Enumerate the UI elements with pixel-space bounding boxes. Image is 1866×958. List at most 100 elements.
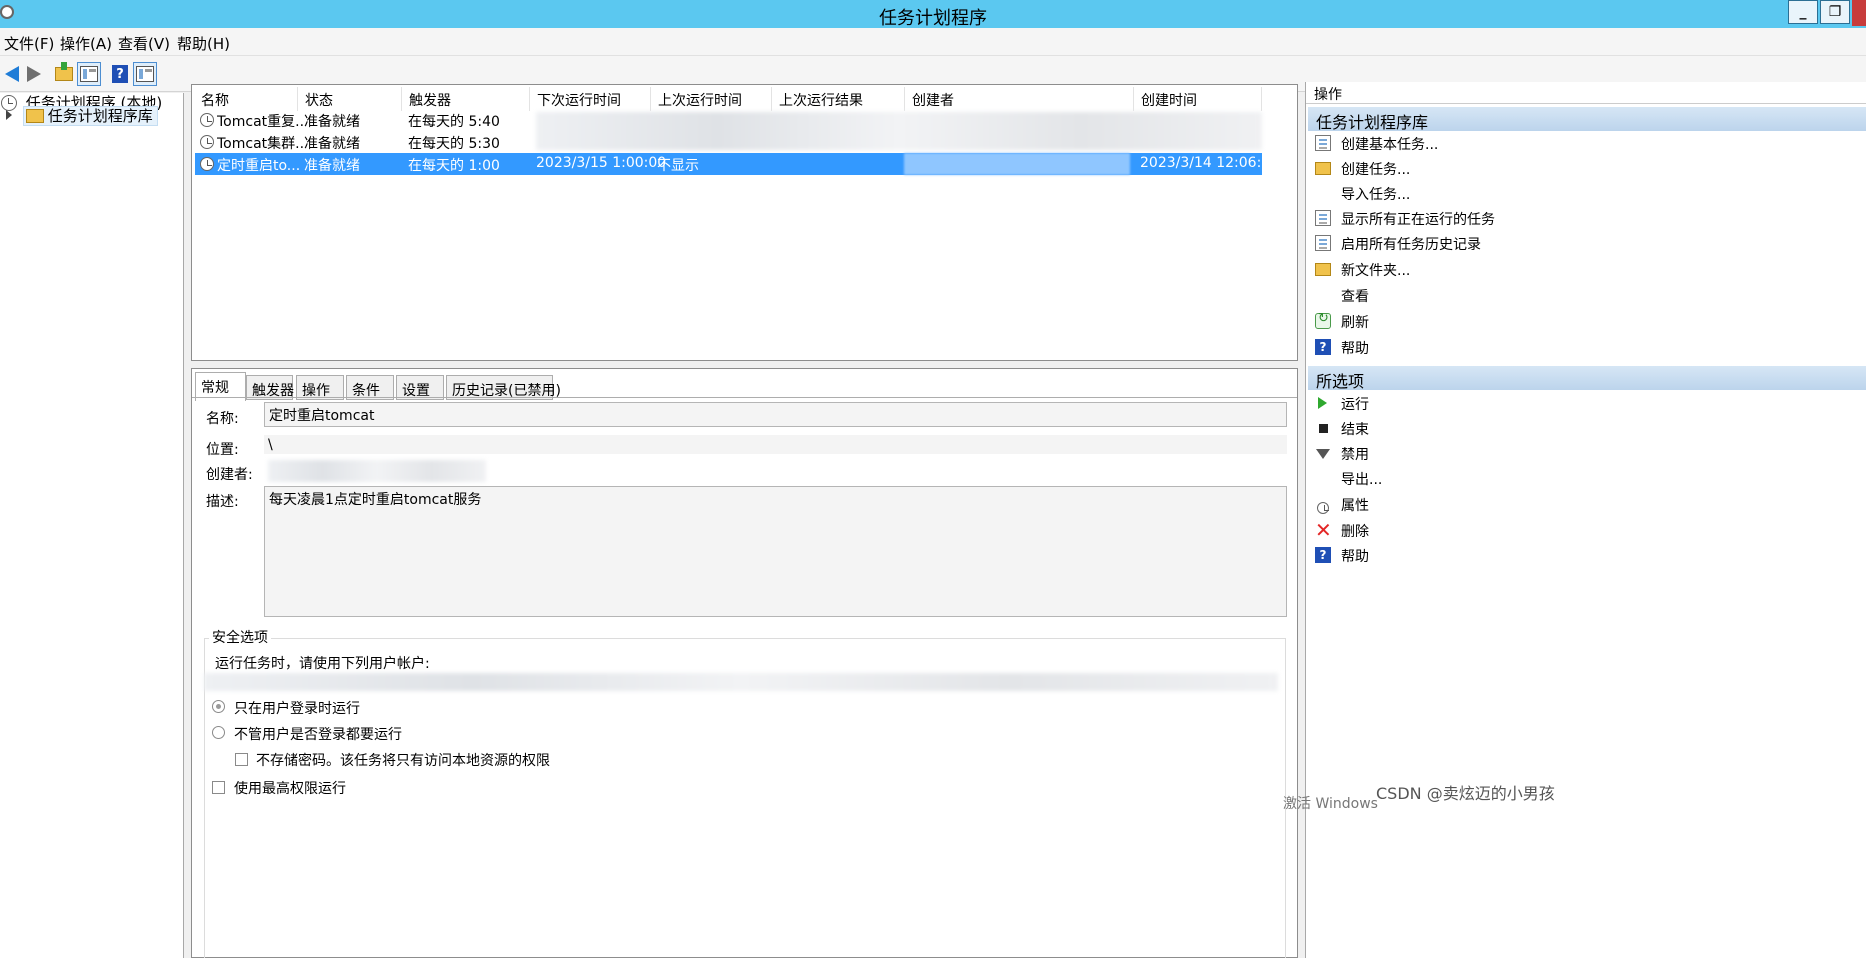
task-name: 定时重启to... xyxy=(217,158,301,174)
action-create-basic-task[interactable]: 创建基本任务... xyxy=(1306,131,1866,156)
clock-icon xyxy=(200,113,214,127)
checkbox-highest-privileges[interactable] xyxy=(212,781,225,794)
action-create-task[interactable]: 创建任务... xyxy=(1306,156,1866,181)
maximize-button[interactable]: ❐ xyxy=(1820,0,1850,24)
menu-action[interactable]: 操作(A) xyxy=(60,33,112,54)
navigation-tree: 任务计划程序 (本地) 任务计划程序库 xyxy=(0,93,184,958)
task-status: 准备就绪 xyxy=(304,158,360,174)
task-next-run: 2023/3/15 1:00:00 xyxy=(536,155,667,171)
tree-library[interactable]: 任务计划程序库 xyxy=(6,105,158,126)
show-hide-tree-button[interactable] xyxy=(77,62,101,86)
windows-activation-watermark: 激活 Windows xyxy=(1283,796,1378,812)
column-headers: 名称 状态 触发器 下次运行时间 上次运行时间 上次运行结果 创建者 创建时间 xyxy=(192,87,1299,111)
menu-view[interactable]: 查看(V) xyxy=(118,33,170,54)
clock-icon xyxy=(200,135,214,149)
minimize-button[interactable]: _ xyxy=(1788,0,1818,24)
tree-library-item[interactable]: 任务计划程序库 xyxy=(22,106,158,126)
disable-arrow-icon xyxy=(1316,449,1330,459)
description-label: 描述: xyxy=(206,494,239,510)
menu-bar: 文件(F) 操作(A) 查看(V) 帮助(H) xyxy=(0,28,1866,56)
folder-icon xyxy=(1315,263,1331,276)
no-store-password-label[interactable]: 不存储密码。该任务将只有访问本地资源的权限 xyxy=(256,750,550,770)
expand-arrow-icon[interactable] xyxy=(6,110,12,120)
column-header-last-result[interactable]: 上次运行结果 xyxy=(772,87,905,111)
window-title: 任务计划程序 xyxy=(879,8,987,29)
actions-pane: 操作 任务计划程序库 创建基本任务... 创建任务... 导入任务... 显示所… xyxy=(1305,82,1866,958)
task-trigger: 在每天的 5:30 xyxy=(408,136,500,152)
menu-help[interactable]: 帮助(H) xyxy=(177,33,230,54)
history-icon xyxy=(1315,235,1331,251)
radio-run-logged-on-label[interactable]: 只在用户登录时运行 xyxy=(234,698,360,718)
help-button[interactable]: ? xyxy=(108,62,132,86)
action-disable[interactable]: 禁用 xyxy=(1306,441,1866,466)
action-help[interactable]: ? 帮助 xyxy=(1306,335,1866,360)
task-list: 名称 状态 触发器 下次运行时间 上次运行时间 上次运行结果 创建者 创建时间 … xyxy=(191,84,1298,361)
back-button[interactable] xyxy=(0,62,24,86)
action-new-folder[interactable]: 新文件夹... xyxy=(1306,257,1866,282)
task-trigger: 在每天的 1:00 xyxy=(408,158,500,174)
section-selected-item[interactable]: 所选项 xyxy=(1308,366,1866,391)
checkbox-no-store-password[interactable] xyxy=(235,753,248,766)
actions-header: 操作 xyxy=(1306,82,1866,104)
task-details: 常规 触发器 操作 条件 设置 历史记录(已禁用) 名称: 定时重启tomcat… xyxy=(191,368,1298,958)
show-hide-actions-button[interactable] xyxy=(133,62,157,86)
author-label: 创建者: xyxy=(206,467,253,483)
description-field[interactable]: 每天凌晨1点定时重启tomcat服务 xyxy=(264,486,1287,617)
csdn-watermark: CSDN @卖炫迈的小男孩 xyxy=(1376,784,1555,803)
radio-run-logged-on[interactable] xyxy=(212,700,225,713)
task-trigger: 在每天的 5:40 xyxy=(408,114,500,130)
redacted-area xyxy=(904,153,1130,175)
task-status: 准备就绪 xyxy=(304,136,360,152)
folder-up-icon xyxy=(55,62,73,81)
name-field[interactable]: 定时重启tomcat xyxy=(264,402,1287,427)
highest-privileges-label[interactable]: 使用最高权限运行 xyxy=(234,778,346,798)
back-arrow-icon xyxy=(5,66,19,82)
forward-arrow-icon xyxy=(27,66,41,82)
column-header-next-run[interactable]: 下次运行时间 xyxy=(530,87,651,111)
action-run[interactable]: 运行 xyxy=(1306,391,1866,416)
help-icon: ? xyxy=(1315,547,1331,563)
radio-run-always[interactable] xyxy=(212,726,225,739)
section-library[interactable]: 任务计划程序库 xyxy=(1308,107,1866,132)
action-end[interactable]: 结束 xyxy=(1306,416,1866,441)
user-account-field xyxy=(204,673,1278,691)
clock-icon xyxy=(200,157,214,171)
action-help-selected[interactable]: ? 帮助 xyxy=(1306,543,1866,568)
task-created: 2023/3/14 12:06:30 xyxy=(1140,155,1280,171)
action-view[interactable]: 查看 xyxy=(1306,283,1866,308)
panel-icon xyxy=(136,66,154,82)
author-field xyxy=(268,460,486,482)
running-tasks-icon xyxy=(1315,210,1331,226)
panel-icon xyxy=(80,66,98,82)
action-import-task[interactable]: 导入任务... xyxy=(1306,181,1866,206)
column-header-name[interactable]: 名称 xyxy=(194,87,298,111)
menu-file[interactable]: 文件(F) xyxy=(4,33,54,54)
play-icon xyxy=(1318,397,1327,409)
column-header-created[interactable]: 创建时间 xyxy=(1134,87,1262,111)
forward-button[interactable] xyxy=(22,62,46,86)
tree-library-label: 任务计划程序库 xyxy=(47,107,153,125)
action-enable-history[interactable]: 启用所有任务历史记录 xyxy=(1306,231,1866,256)
radio-run-always-label[interactable]: 不管用户是否登录都要运行 xyxy=(234,724,402,744)
action-properties[interactable]: 属性 xyxy=(1306,492,1866,517)
security-options-title: 安全选项 xyxy=(209,627,271,647)
action-export[interactable]: 导出... xyxy=(1306,466,1866,491)
redacted-area xyxy=(536,112,1262,150)
location-label: 位置: xyxy=(206,442,239,458)
refresh-icon xyxy=(1315,311,1331,329)
title-bar: 任务计划程序 _ ❐ xyxy=(0,0,1866,29)
column-header-last-run[interactable]: 上次运行时间 xyxy=(651,87,772,111)
task-name: Tomcat集群... xyxy=(217,136,303,152)
up-folder-button[interactable] xyxy=(52,62,76,86)
action-refresh[interactable]: 刷新 xyxy=(1306,309,1866,334)
action-show-running[interactable]: 显示所有正在运行的任务 xyxy=(1306,206,1866,231)
run-as-label: 运行任务时，请使用下列用户帐户: xyxy=(215,656,430,672)
column-header-author[interactable]: 创建者 xyxy=(905,87,1134,111)
table-row-selected[interactable]: 定时重启to... 准备就绪 在每天的 1:00 2023/3/15 1:00:… xyxy=(195,153,1279,175)
close-button[interactable] xyxy=(1852,0,1866,26)
column-header-status[interactable]: 状态 xyxy=(298,87,402,111)
action-delete[interactable]: ✕ 删除 xyxy=(1306,518,1866,543)
help-icon: ? xyxy=(112,65,128,83)
column-header-trigger[interactable]: 触发器 xyxy=(402,87,530,111)
task-last-run: 不显示 xyxy=(657,158,699,174)
